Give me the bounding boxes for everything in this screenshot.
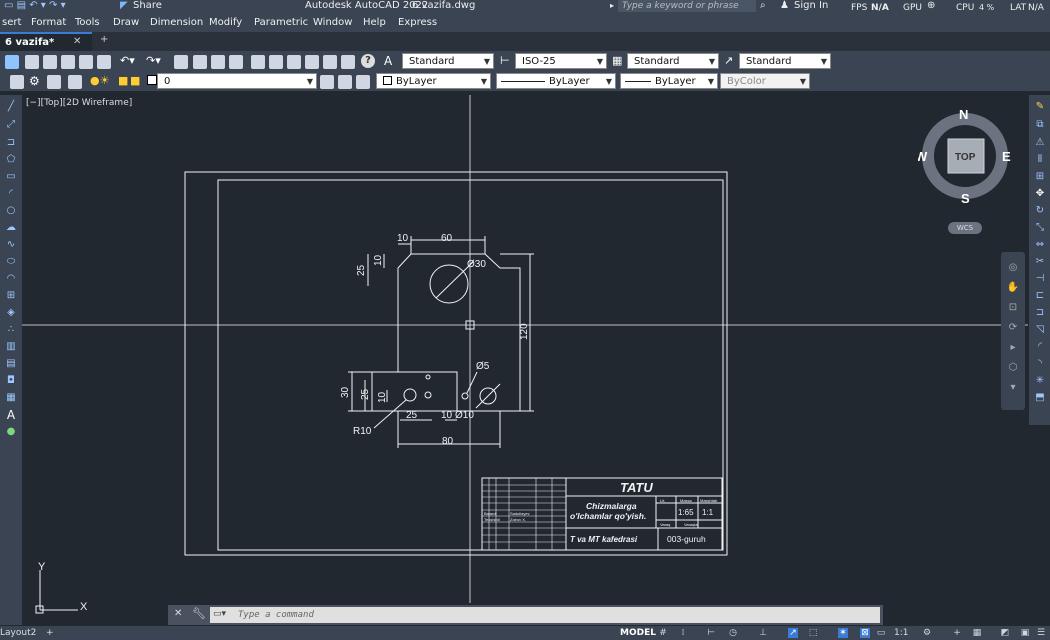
sheets-label: Varaqlar bbox=[684, 522, 699, 527]
dim-o10: Ø10 bbox=[455, 410, 474, 421]
grid-icon[interactable]: # bbox=[658, 628, 668, 638]
compass-south: S bbox=[961, 191, 970, 204]
add-layout-button[interactable]: + bbox=[46, 626, 54, 640]
navbar-menu-icon[interactable]: ▾ bbox=[1006, 382, 1020, 394]
command-input[interactable]: Type a command bbox=[210, 607, 880, 623]
part-outline bbox=[397, 253, 521, 412]
ucs-icon bbox=[35, 570, 78, 614]
dim-10-left: 10 bbox=[373, 254, 384, 266]
name-2: Zoirov X. bbox=[510, 517, 526, 522]
dim-120: 120 bbox=[519, 323, 530, 340]
showmotion-icon[interactable]: ▸ bbox=[1006, 342, 1020, 354]
steering-wheel-icon[interactable]: ◎ bbox=[1006, 262, 1020, 274]
annotation-scale[interactable]: 1:1 bbox=[894, 626, 908, 640]
ucs-x-label: X bbox=[80, 601, 88, 613]
col-scale: Masshtab bbox=[700, 498, 718, 503]
dim-r10: R10 bbox=[353, 426, 372, 437]
wrench-icon[interactable]: 🔧︎ bbox=[192, 607, 206, 620]
dim-o30: Ø30 bbox=[467, 259, 486, 270]
mass-value: 1:65 bbox=[678, 508, 694, 517]
command-history-icon[interactable]: ▭▾ bbox=[213, 609, 226, 619]
name-1: Sadullayev bbox=[510, 511, 530, 516]
wcs-menu[interactable]: WCS bbox=[948, 222, 982, 234]
hole-30 bbox=[429, 264, 469, 304]
snap-icon[interactable]: ⁞ bbox=[678, 628, 688, 638]
close-icon[interactable]: ✕ bbox=[174, 608, 182, 619]
customization-icon[interactable]: ☰ bbox=[1036, 628, 1046, 638]
slot-circle-left bbox=[403, 388, 417, 402]
full-navigation-icon[interactable]: ⬡ bbox=[1006, 362, 1020, 374]
dim-25-left: 25 bbox=[356, 264, 367, 276]
group-name: 003-guruh bbox=[667, 534, 706, 544]
ortho-icon[interactable]: ⊥ bbox=[758, 628, 768, 638]
add-icon[interactable]: + bbox=[952, 628, 962, 638]
navigation-bar: ◎ ✋ ⊡ ⟳ ▸ ⬡ ▾ bbox=[1001, 252, 1025, 410]
isodraft-icon[interactable]: ⬚ bbox=[808, 628, 818, 638]
gear-icon[interactable]: ⚙ bbox=[922, 628, 932, 638]
hardware-acceleration-icon[interactable]: ◩ bbox=[1000, 628, 1010, 638]
small-point-1 bbox=[425, 374, 431, 380]
title-line-1: Chizmalarga bbox=[586, 501, 637, 511]
scale-value: 1:1 bbox=[702, 508, 714, 517]
drawing-canvas[interactable]: 10 60 25 10 Ø30 120 Ø5 30 25 10 25 10 Ø1… bbox=[0, 0, 1050, 640]
polar-icon[interactable]: ↗ bbox=[788, 628, 798, 638]
model-space-toggle[interactable]: MODEL bbox=[620, 626, 656, 640]
dim-80: 80 bbox=[442, 436, 454, 447]
orbit-icon[interactable]: ⟳ bbox=[1006, 322, 1020, 334]
cube-face-top: TOP bbox=[955, 152, 976, 163]
lineweight-icon[interactable]: ▭ bbox=[876, 628, 886, 638]
title-line-2: o'lchamlar qo'yish. bbox=[570, 511, 646, 521]
dim-10-v: 10 bbox=[377, 391, 388, 403]
infer-icon[interactable]: ⊢ bbox=[706, 628, 716, 638]
clean-screen-icon[interactable]: ▣ bbox=[1020, 628, 1030, 638]
isolate-objects-icon[interactable]: ▦ bbox=[972, 628, 982, 638]
outer-sheet-frame bbox=[184, 171, 728, 556]
dynamic-input-icon[interactable]: ◷ bbox=[728, 628, 738, 638]
title-org: TATU bbox=[620, 480, 653, 495]
compass-east: E bbox=[1002, 149, 1011, 164]
dim-30: 30 bbox=[340, 386, 351, 398]
ucs-y-label: Y bbox=[38, 561, 46, 573]
sheet-label: Varaq bbox=[660, 522, 670, 527]
hole-5 bbox=[461, 392, 469, 400]
hole-5-leader bbox=[466, 371, 478, 394]
row-bajardi: Bajardi bbox=[484, 511, 497, 516]
osnap-icon[interactable]: ⊠ bbox=[860, 628, 870, 638]
zoom-extents-icon[interactable]: ⊡ bbox=[1006, 302, 1020, 314]
dim-o5: Ø5 bbox=[476, 361, 490, 372]
slot-circle-right bbox=[424, 391, 432, 399]
col-lit: Lit. bbox=[660, 498, 665, 503]
osnap-tracking-icon[interactable]: ✶ bbox=[838, 628, 848, 638]
view-cube[interactable]: TOP N S E W bbox=[915, 107, 1014, 206]
dim-60: 60 bbox=[441, 233, 453, 244]
layout-tab[interactable]: Layout2 bbox=[0, 626, 36, 640]
compass-north: N bbox=[959, 108, 968, 122]
row-tekshirdi: Tekshirdi bbox=[484, 517, 500, 522]
dim-25-h: 25 bbox=[406, 410, 418, 421]
r10-leader bbox=[373, 399, 407, 429]
pan-hand-icon[interactable]: ✋ bbox=[1006, 282, 1020, 294]
dim-10-top: 10 bbox=[397, 233, 409, 244]
col-mass: Massa bbox=[680, 498, 693, 503]
dim-25-v: 25 bbox=[360, 388, 371, 400]
dim-10-h: 10 bbox=[441, 410, 453, 421]
status-bar: Layout2 + MODEL # ⁞ ⊢ ◷ ⊥ ↗ ⬚ ✶ ⊠ ▭ 1:1 … bbox=[0, 626, 1050, 640]
dept-name: T va MT kafedrasi bbox=[570, 535, 638, 544]
compass-west: W bbox=[918, 149, 928, 164]
